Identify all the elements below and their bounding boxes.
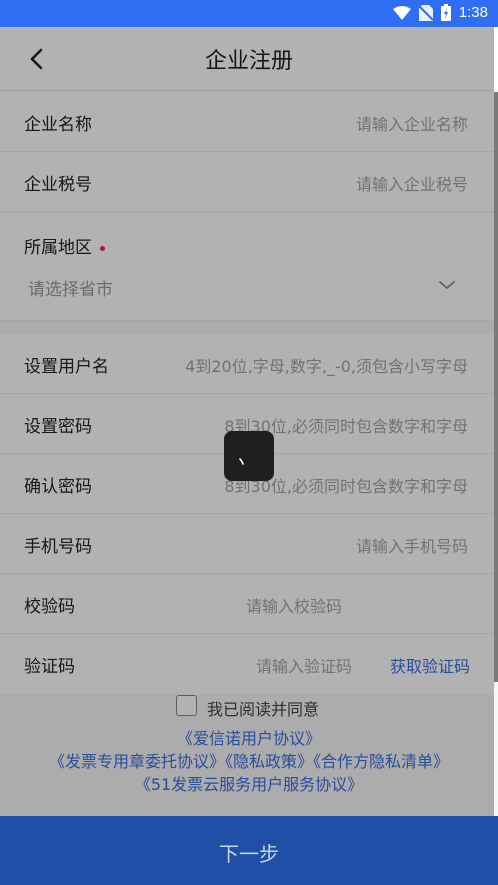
wifi-icon — [392, 5, 411, 20]
status-bar: 1:38 — [0, 0, 498, 27]
status-time: 1:38 — [458, 4, 488, 21]
scrollbar[interactable] — [494, 92, 498, 682]
next-step-label: 下一步 — [219, 842, 279, 866]
battery-icon — [440, 4, 451, 21]
spinner-icon — [239, 458, 244, 465]
loading-overlay — [0, 27, 494, 816]
next-step-button[interactable]: 下一步 — [0, 816, 498, 885]
loading-spinner — [224, 431, 274, 481]
no-sim-icon — [418, 4, 433, 21]
